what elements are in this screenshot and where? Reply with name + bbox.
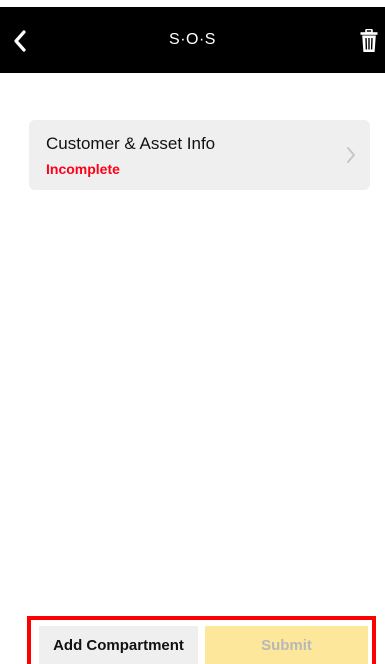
add-compartment-button[interactable]: Add Compartment xyxy=(39,626,198,664)
trash-icon xyxy=(360,29,378,52)
delete-button[interactable] xyxy=(355,25,383,57)
status-badge: Incomplete xyxy=(46,161,120,177)
customer-asset-info-card[interactable]: Customer & Asset Info Incomplete xyxy=(29,120,370,190)
chevron-left-icon xyxy=(14,30,26,52)
back-button[interactable] xyxy=(6,25,34,57)
bottom-action-bar: Add Compartment Submit xyxy=(27,616,376,664)
card-title: Customer & Asset Info xyxy=(46,134,216,153)
chevron-right-icon xyxy=(347,147,355,163)
submit-button[interactable]: Submit xyxy=(205,626,368,664)
navigation-bar: S·O·S xyxy=(0,7,385,73)
page-title: S·O·S xyxy=(169,31,216,48)
